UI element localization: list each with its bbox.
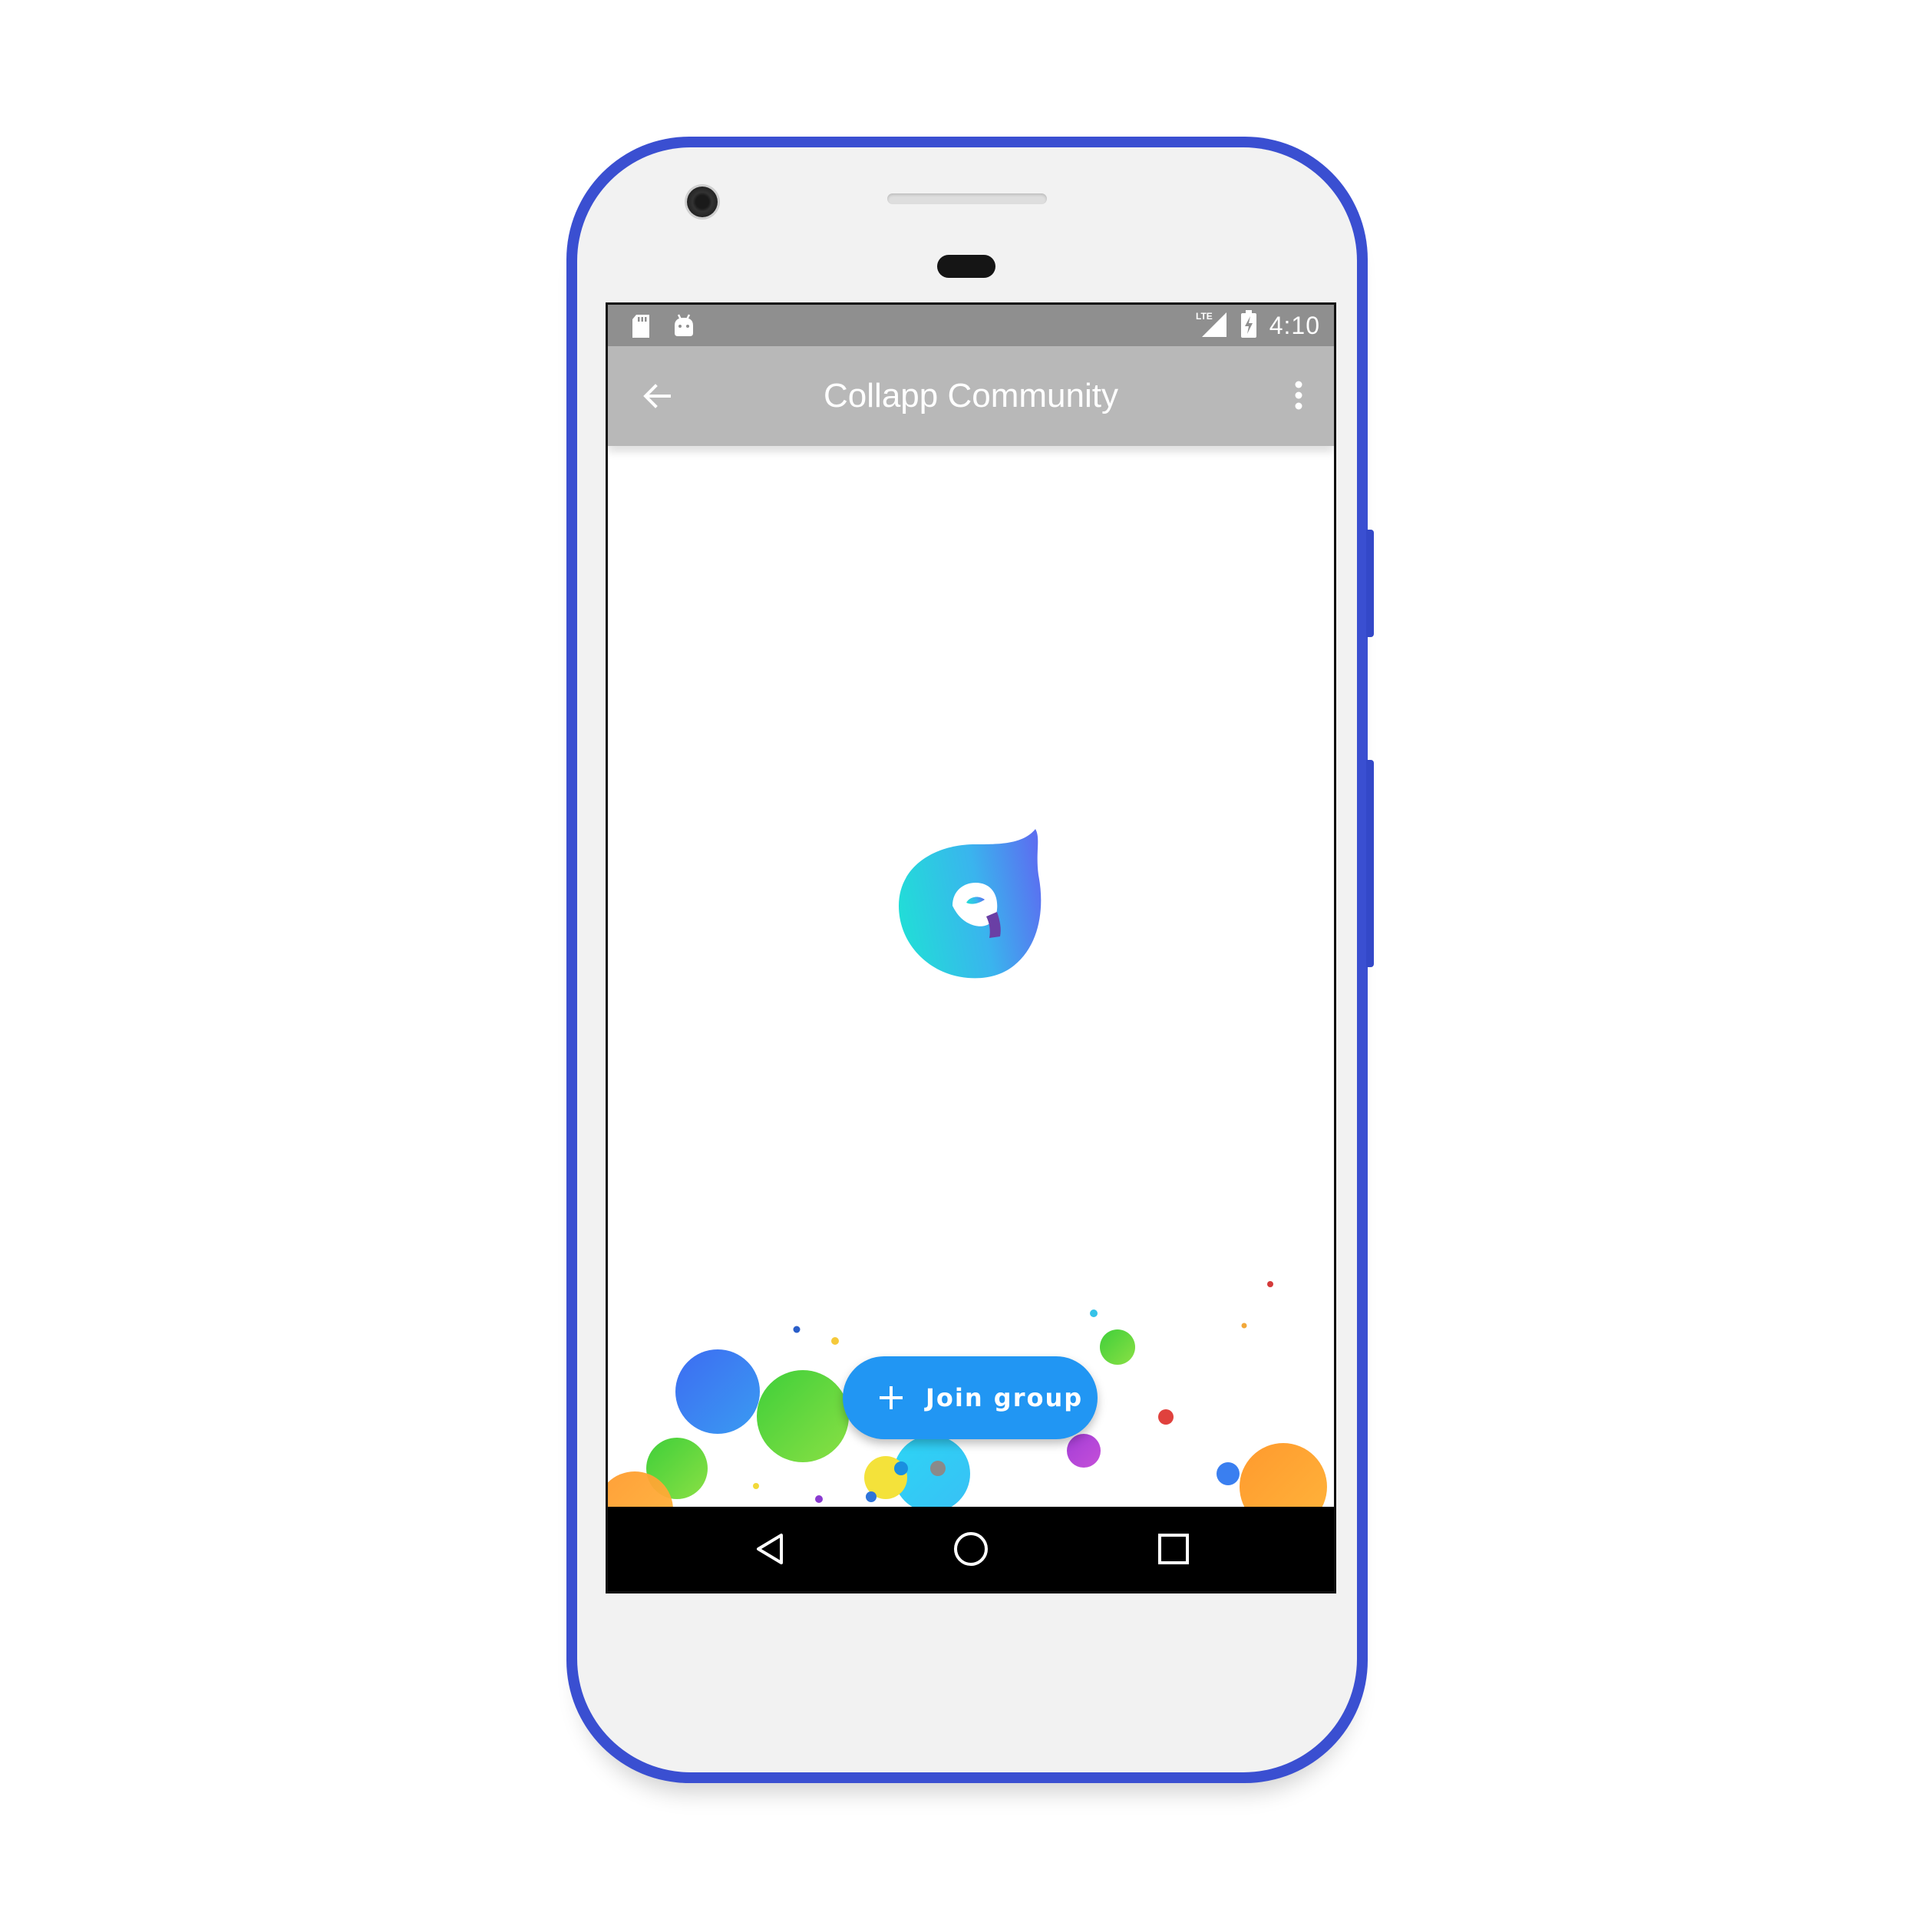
bubble: [1241, 1323, 1247, 1329]
bubble: [1267, 1281, 1273, 1287]
bubble: [793, 1326, 801, 1333]
join-group-button[interactable]: Join group: [843, 1356, 1098, 1439]
proximity-sensor: [937, 255, 995, 278]
back-triangle-icon: [757, 1534, 783, 1564]
nav-home-button[interactable]: [949, 1527, 992, 1570]
bubble: [930, 1461, 946, 1476]
bubble: [753, 1483, 759, 1489]
bubble: [894, 1461, 908, 1475]
bubble: [675, 1349, 760, 1434]
earpiece-speaker: [887, 193, 1047, 204]
nav-back-button[interactable]: [749, 1527, 792, 1570]
volume-button: [1366, 760, 1374, 967]
bubble: [1090, 1309, 1098, 1317]
screen: LTE 4:10 Collapp Community Join group: [606, 302, 1336, 1593]
bubble: [1217, 1462, 1240, 1485]
power-button: [1366, 530, 1374, 637]
bubble: [1100, 1329, 1135, 1365]
bubble: [831, 1337, 839, 1345]
front-camera: [687, 187, 718, 217]
nav-recents-button[interactable]: [1152, 1527, 1195, 1570]
bubble: [757, 1370, 849, 1462]
bubble: [1067, 1434, 1101, 1468]
plus-icon: [880, 1386, 903, 1409]
join-group-label: Join group: [926, 1383, 1084, 1412]
bubble: [1158, 1409, 1174, 1425]
home-circle-icon: [954, 1532, 988, 1566]
recents-square-icon: [1158, 1534, 1189, 1564]
navigation-bar: [608, 1507, 1334, 1591]
bubble: [866, 1491, 877, 1502]
bubble: [815, 1495, 823, 1503]
